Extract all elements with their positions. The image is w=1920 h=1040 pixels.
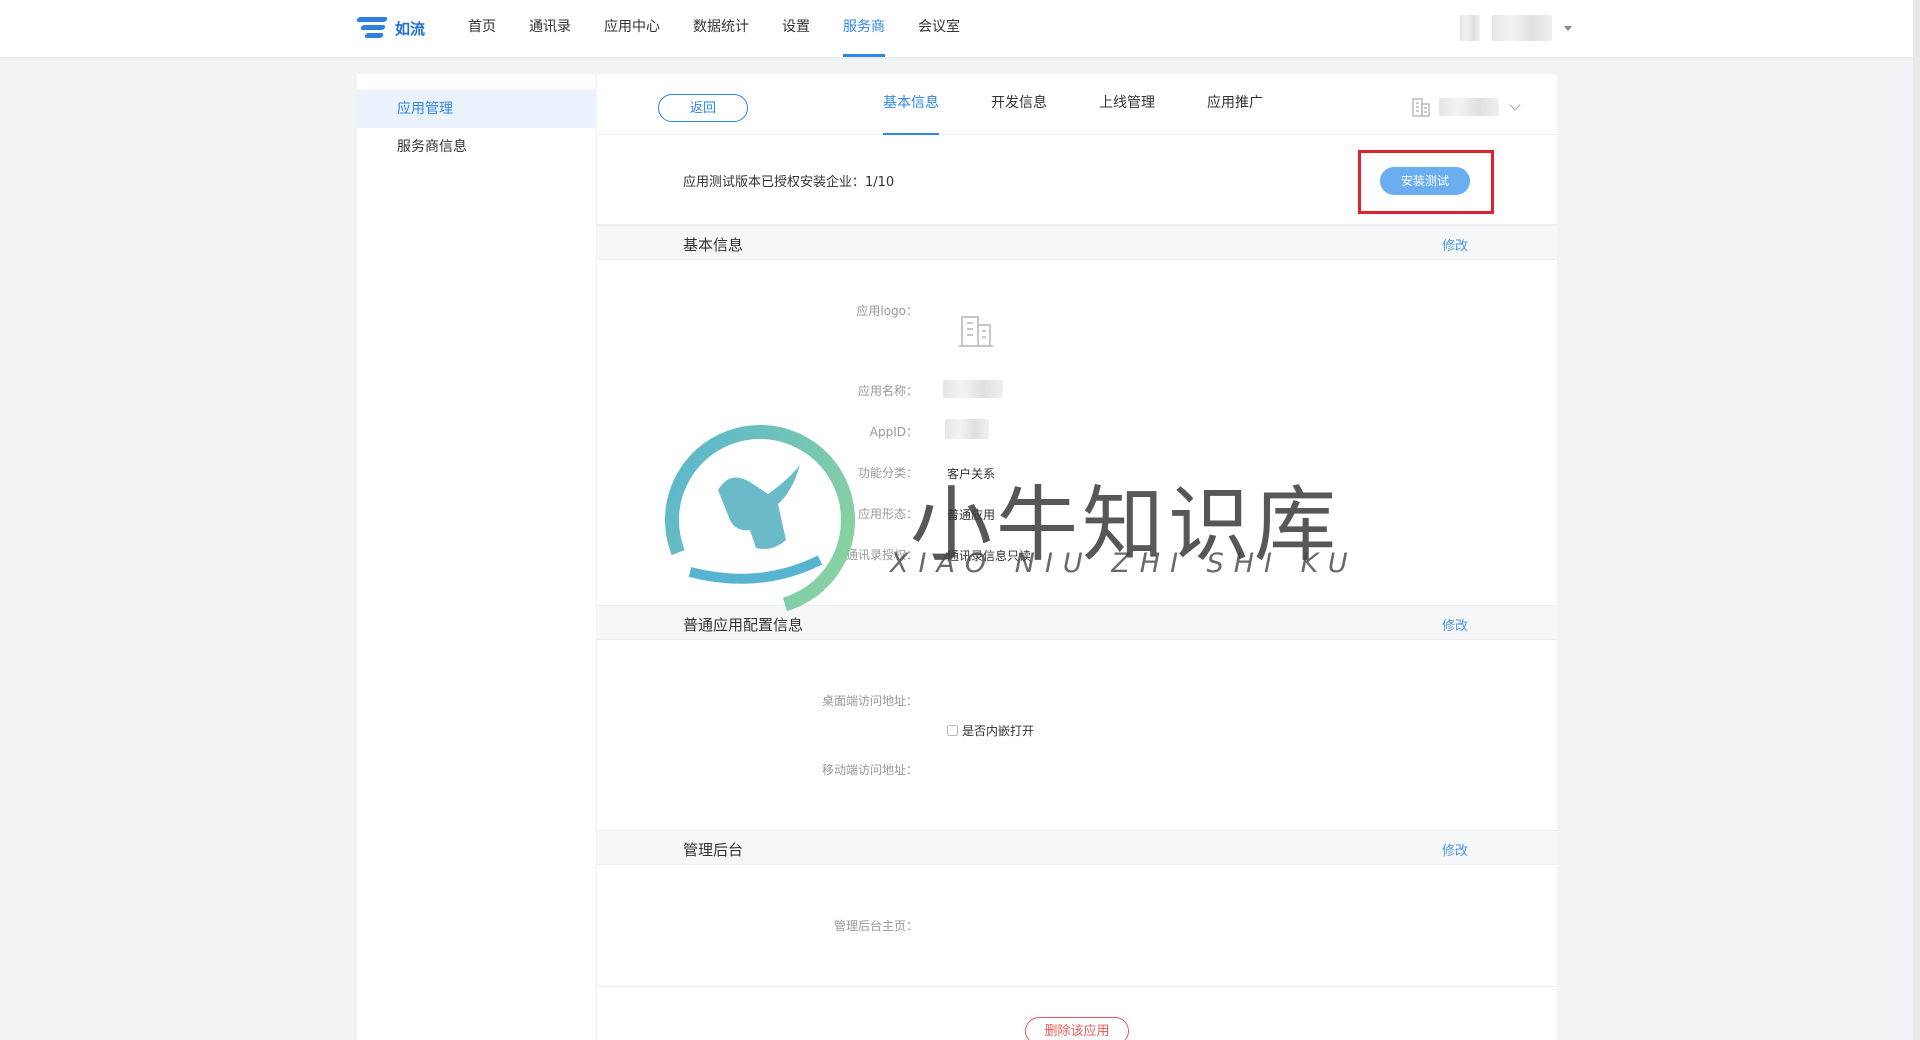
- back-button[interactable]: 返回: [658, 94, 748, 122]
- sidebar-item-provider-info[interactable]: 服务商信息: [357, 128, 596, 166]
- nav-app-center[interactable]: 应用中心: [604, 0, 660, 57]
- app-name-label: 应用名称：: [857, 384, 918, 398]
- section-title: 普通应用配置信息: [683, 616, 804, 634]
- logo-icon: [356, 14, 389, 42]
- install-test-button[interactable]: 安装测试: [1380, 167, 1470, 195]
- embed-open-checkbox[interactable]: [947, 725, 958, 736]
- app-logo-placeholder-icon: [959, 316, 993, 347]
- building-icon: [1412, 98, 1430, 117]
- org-name-blurred: [1439, 98, 1499, 116]
- contacts-auth-label: 通讯录授权：: [845, 548, 918, 562]
- org-selector[interactable]: [1411, 96, 1521, 118]
- section-config-header: 普通应用配置信息 修改: [597, 605, 1557, 640]
- nav-meeting-room[interactable]: 会议室: [918, 0, 960, 57]
- section-basic-info-header: 基本信息 修改: [597, 225, 1557, 260]
- tab-bar: 基本信息 开发信息 上线管理 应用推广: [883, 74, 1315, 135]
- desktop-url-label: 桌面端访问地址：: [821, 694, 918, 708]
- edit-admin-link[interactable]: 修改: [1442, 840, 1468, 859]
- appid-label: AppID：: [869, 425, 918, 439]
- nav-home[interactable]: 首页: [468, 0, 496, 57]
- appid-blurred: [945, 419, 989, 439]
- app-logo-label: 应用logo：: [856, 304, 918, 318]
- left-sidebar: 应用管理 服务商信息: [357, 74, 596, 1040]
- app-form-label: 应用形态：: [857, 507, 918, 521]
- section-title: 基本信息: [683, 236, 744, 254]
- test-install-status: 应用测试版本已授权安装企业：1/10: [683, 175, 895, 190]
- delete-app-button[interactable]: 删除该应用: [1025, 1017, 1129, 1040]
- tab-release-management[interactable]: 上线管理: [1099, 74, 1155, 135]
- nav-service-provider[interactable]: 服务商: [843, 0, 885, 57]
- admin-home-label: 管理后台主页：: [833, 919, 918, 933]
- page-scrollbar[interactable]: [1913, 0, 1920, 1040]
- nav-statistics[interactable]: 数据统计: [693, 0, 749, 57]
- top-nav-bar: 如流 首页 通讯录 应用中心 数据统计 设置 服务商 会议室: [0, 0, 1913, 57]
- tab-dev-info[interactable]: 开发信息: [991, 74, 1047, 135]
- chevron-down-icon: [1509, 99, 1521, 111]
- main-nav: 首页 通讯录 应用中心 数据统计 设置 服务商 会议室: [468, 0, 993, 57]
- tab-app-promotion[interactable]: 应用推广: [1207, 74, 1263, 135]
- caret-down-icon: [1564, 25, 1572, 31]
- nav-settings[interactable]: 设置: [782, 0, 810, 57]
- divider: [597, 986, 1557, 987]
- edit-basic-info-link[interactable]: 修改: [1442, 235, 1468, 254]
- embed-open-label: 是否内嵌打开: [962, 724, 1035, 738]
- user-menu[interactable]: [1460, 15, 1572, 41]
- tab-basic-info[interactable]: 基本信息: [883, 74, 939, 135]
- category-label: 功能分类：: [857, 466, 918, 480]
- edit-config-link[interactable]: 修改: [1442, 615, 1468, 634]
- app-name-blurred: [943, 380, 1003, 398]
- logo-text: 如流: [395, 19, 426, 38]
- sidebar-item-app-management[interactable]: 应用管理: [357, 90, 596, 128]
- section-admin-header: 管理后台 修改: [597, 830, 1557, 865]
- mobile-url-label: 移动端访问地址：: [821, 763, 918, 777]
- user-name-blurred: [1492, 15, 1552, 41]
- nav-contacts[interactable]: 通讯录: [529, 0, 571, 57]
- app-logo[interactable]: 如流: [356, 14, 426, 42]
- watermark-subtext: XIAO NIU ZHI SHI KU: [890, 548, 1358, 579]
- section-title: 管理后台: [683, 841, 744, 859]
- main-header: 返回 基本信息 开发信息 上线管理 应用推广: [597, 74, 1557, 135]
- user-avatar-blurred: [1460, 15, 1480, 41]
